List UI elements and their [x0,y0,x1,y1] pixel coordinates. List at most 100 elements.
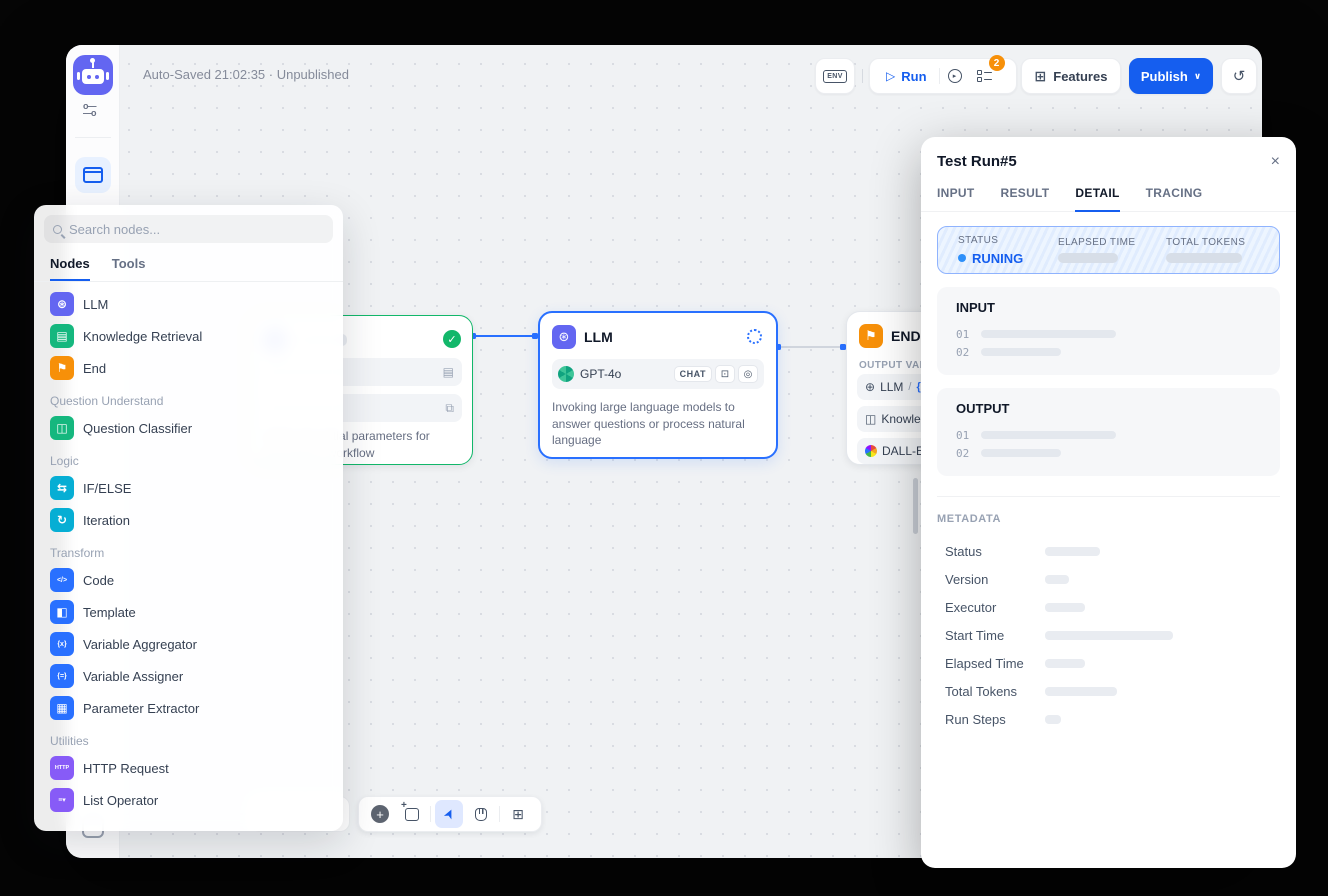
hand-mode-button[interactable] [467,800,495,828]
header-separator [862,69,863,83]
llm-icon: ⊛ [50,292,74,316]
workflow-window-icon[interactable] [75,157,111,193]
section-question-understand: Question Understand [42,384,335,412]
env-button[interactable]: ENV [815,58,855,94]
status-value: RUNING [958,251,1058,266]
meta-row-status: Status [937,537,1280,565]
tab-result[interactable]: RESULT [1001,180,1050,212]
code-icon: </> [50,568,74,592]
llm-node-icon: ⊛ [552,325,576,349]
section-utilities: Utilities [42,724,335,752]
running-dot-icon [958,254,966,262]
end-icon: ⚑ [50,356,74,380]
meta-row-run-steps: Run Steps [937,705,1280,733]
input-title: INPUT [956,300,1261,315]
close-icon[interactable]: × [1271,154,1280,170]
organize-layout-button[interactable]: ⊞ [504,800,532,828]
section-transform: Transform [42,536,335,564]
total-tokens-label: TOTAL TOKENS [1166,237,1245,248]
end-node-icon: ⚑ [859,324,883,348]
chevron-down-icon: ∨ [1194,71,1201,82]
node-item-knowledge-retrieval[interactable]: ▤ Knowledge Retrieval [42,320,335,352]
chat-mode-badge: CHAT [674,366,712,382]
tab-input[interactable]: INPUT [937,180,975,212]
status-card: STATUS RUNING ELAPSED TIME TOTAL TOKENS [937,226,1280,274]
sidebar-divider [75,137,111,138]
running-spinner-icon [747,329,762,344]
tab-nodes[interactable]: Nodes [50,249,90,281]
node-item-iteration[interactable]: ↻ Iteration [42,504,335,536]
pointer-mode-button[interactable]: ➤ [435,800,463,828]
add-node-button[interactable]: + [366,800,394,828]
if-else-icon: ⇆ [50,476,74,500]
tab-detail[interactable]: DETAIL [1075,180,1119,212]
elapsed-time-label: ELAPSED TIME [1058,237,1166,248]
node-item-variable-aggregator[interactable]: {x} Variable Aggregator [42,628,335,660]
node-item-parameter-extractor[interactable]: ▦ Parameter Extractor [42,692,335,724]
meta-row-total-tokens: Total Tokens [937,677,1280,705]
llm-var-icon: ⊕ [865,380,875,394]
output-title: OUTPUT [956,401,1261,416]
list-operator-icon: ≡▾ [50,788,74,812]
search-nodes-box[interactable] [44,215,333,243]
node-item-if-else[interactable]: ⇆ IF/ELSE [42,472,335,504]
search-icon [53,225,62,234]
node-item-code[interactable]: </> Code [42,564,335,596]
knowledge-retrieval-icon: ▤ [50,324,74,348]
node-item-http-request[interactable]: HTTP HTTP Request [42,752,335,784]
publish-button[interactable]: Publish ∨ [1129,58,1213,94]
preferences-sliders-icon[interactable]: o— —o [83,103,96,117]
meta-row-executor: Executor [937,593,1280,621]
metadata-title: METADATA [937,513,1280,525]
template-icon: ◧ [50,600,74,624]
canvas-toolbar: + ➤ ⊞ [358,796,542,832]
http-request-icon: HTTP [50,756,74,780]
node-item-variable-assigner[interactable]: {=} Variable Assigner [42,660,335,692]
output-card: OUTPUT 01 02 [937,388,1280,476]
dalle-icon [865,445,877,457]
edge-llm-to-end [778,346,846,348]
llm-node[interactable]: ⊛ LLM GPT-4o CHAT ⊡ ◎ Invoking large lan… [538,311,778,459]
run-group: ▷ Run ▸ 2 [869,58,1017,94]
node-panel: Nodes Tools ⊛ LLM ▤ Knowledge Retrieval … [34,205,343,831]
iteration-icon: ↻ [50,508,74,532]
node-item-llm[interactable]: ⊛ LLM [42,288,335,320]
play-icon: ▷ [886,69,895,83]
edge-start-to-llm [473,335,538,337]
env-icon: ENV [823,70,847,83]
features-button[interactable]: ⊞ Features [1021,58,1121,94]
canvas-scrollbar[interactable] [913,478,918,534]
meta-row-version: Version [937,565,1280,593]
tab-tracing[interactable]: TRACING [1146,180,1203,212]
input-card: INPUT 01 02 [937,287,1280,375]
plug-icon: ⊡ [715,365,735,383]
app-logo-robot-icon[interactable] [73,55,113,95]
run-button[interactable]: ▷ Run [874,69,939,84]
search-input[interactable] [69,222,324,237]
question-classifier-icon: ◫ [50,416,74,440]
node-item-question-classifier[interactable]: ◫ Question Classifier [42,412,335,444]
node-item-end[interactable]: ⚑ End [42,352,335,384]
llm-node-description: Invoking large language models to answer… [552,399,766,449]
status-label: STATUS [958,235,1058,246]
document-icon: ▤ [443,365,454,379]
run-panel-title: Test Run#5 [937,153,1017,170]
autosave-status: Auto-Saved 21:02:35 · Unpublished [143,67,349,82]
parameter-extractor-icon: ▦ [50,696,74,720]
node-item-template[interactable]: ◧ Template [42,596,335,628]
section-logic: Logic [42,444,335,472]
add-note-button[interactable] [398,800,426,828]
run-history-gauge-icon[interactable]: ▸ [940,62,970,90]
tab-tools[interactable]: Tools [112,249,146,281]
version-history-button[interactable]: ↺ [1221,58,1257,94]
meta-row-elapsed-time: Elapsed Time [937,649,1280,677]
node-item-list-operator[interactable]: ≡▾ List Operator [42,784,335,816]
knowledge-var-icon: ◫ [865,412,876,426]
copy-icon: ⧉ [445,401,454,416]
history-icon: ↺ [1233,67,1246,85]
checklist-icon[interactable]: 2 [970,62,1000,90]
model-selector[interactable]: GPT-4o CHAT ⊡ ◎ [552,359,764,389]
vision-eye-icon: ◎ [738,365,758,383]
test-run-panel: Test Run#5 × INPUT RESULT DETAIL TRACING… [921,137,1296,868]
success-check-icon: ✓ [443,330,461,348]
